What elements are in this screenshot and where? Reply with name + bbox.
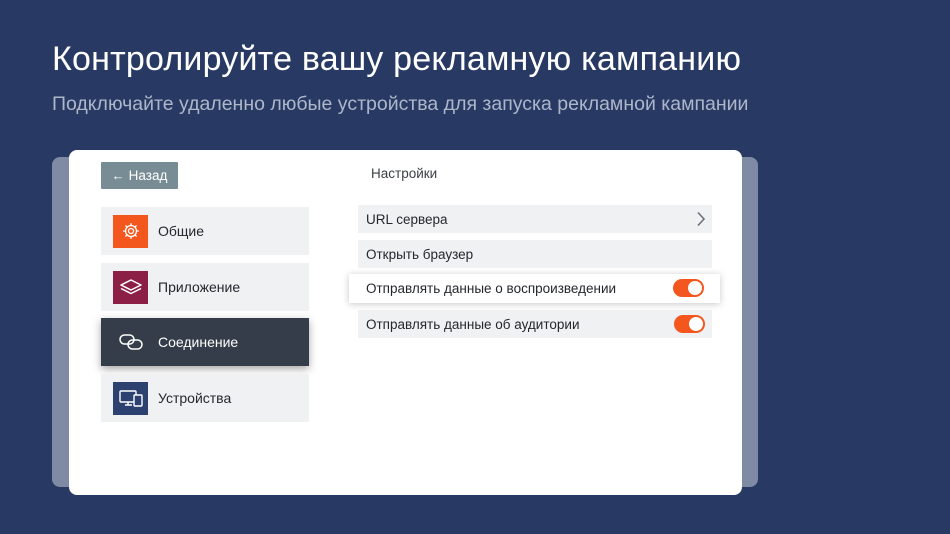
send-playback-data-label: Отправлять данные о воспроизведении: [366, 281, 617, 296]
sidebar-item-label: Общие: [158, 223, 205, 239]
toggle-knob: [689, 317, 703, 331]
send-audience-data-toggle[interactable]: [674, 315, 705, 333]
send-playback-data-row[interactable]: Отправлять данные о воспроизведении: [349, 274, 720, 303]
sidebar-item-devices[interactable]: Устройства: [101, 374, 309, 422]
server-url-label: URL сервера: [366, 211, 448, 227]
settings-title: Настройки: [371, 166, 438, 181]
page-headline: Контролируйте вашу рекламную кампанию: [52, 40, 742, 78]
page-subheadline: Подключайте удаленно любые устройства дл…: [52, 93, 749, 115]
sidebar-item-connection[interactable]: Соединение: [101, 318, 309, 366]
arrow-left-icon: ←: [111, 168, 125, 183]
sidebar-item-general[interactable]: Общие: [101, 207, 309, 255]
devices-icon: [113, 381, 148, 415]
chevron-right-icon: [696, 211, 706, 230]
back-button[interactable]: ← Назад: [101, 162, 178, 189]
open-browser-row[interactable]: Открыть браузер: [358, 240, 712, 268]
open-browser-label: Открыть браузер: [366, 246, 474, 262]
sidebar-item-label: Приложение: [158, 279, 241, 295]
back-button-label: Назад: [128, 168, 168, 183]
link-icon: [113, 326, 148, 359]
send-audience-data-label: Отправлять данные об аудитории: [366, 316, 580, 332]
toggle-knob: [688, 281, 702, 295]
gear-icon: [113, 214, 148, 248]
send-playback-data-toggle[interactable]: [673, 279, 704, 297]
sidebar-item-label: Соединение: [158, 334, 239, 350]
sidebar-item-application[interactable]: Приложение: [101, 263, 309, 311]
send-audience-data-row[interactable]: Отправлять данные об аудитории: [358, 310, 712, 338]
sidebar-item-label: Устройства: [158, 390, 232, 406]
layers-icon: [113, 270, 148, 304]
server-url-row[interactable]: URL сервера: [358, 205, 712, 233]
settings-panel: ← Назад Настройки Общие Приложение Соеди…: [69, 150, 742, 495]
